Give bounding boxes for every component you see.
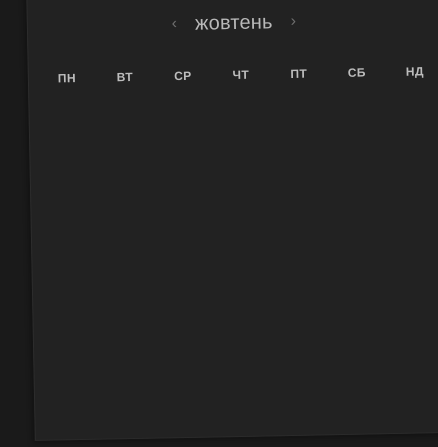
weekday-header-row: ПН ВТ СР ЧТ ПТ СБ НД	[47, 64, 435, 85]
weekday-wed: СР	[173, 68, 192, 84]
chevron-right-icon[interactable]: ›	[286, 12, 300, 32]
weekday-sat: СБ	[347, 65, 367, 80]
weekday-tue: ВТ	[116, 69, 134, 85]
weekday-thu: ЧТ	[232, 67, 250, 83]
screen: ‹ жовтень › ПН ВТ СР ЧТ ПТ СБ НД	[0, 0, 438, 447]
weekday-fri: ПТ	[290, 66, 308, 81]
weekday-mon: ПН	[57, 71, 77, 86]
month-header: ‹ жовтень ›	[28, 2, 438, 44]
month-title: жовтень	[194, 10, 273, 35]
calendar-panel: ‹ жовтень › ПН ВТ СР ЧТ ПТ СБ НД	[26, 0, 438, 441]
weekday-sun: НД	[405, 64, 424, 79]
chevron-left-icon[interactable]: ‹	[168, 14, 182, 34]
